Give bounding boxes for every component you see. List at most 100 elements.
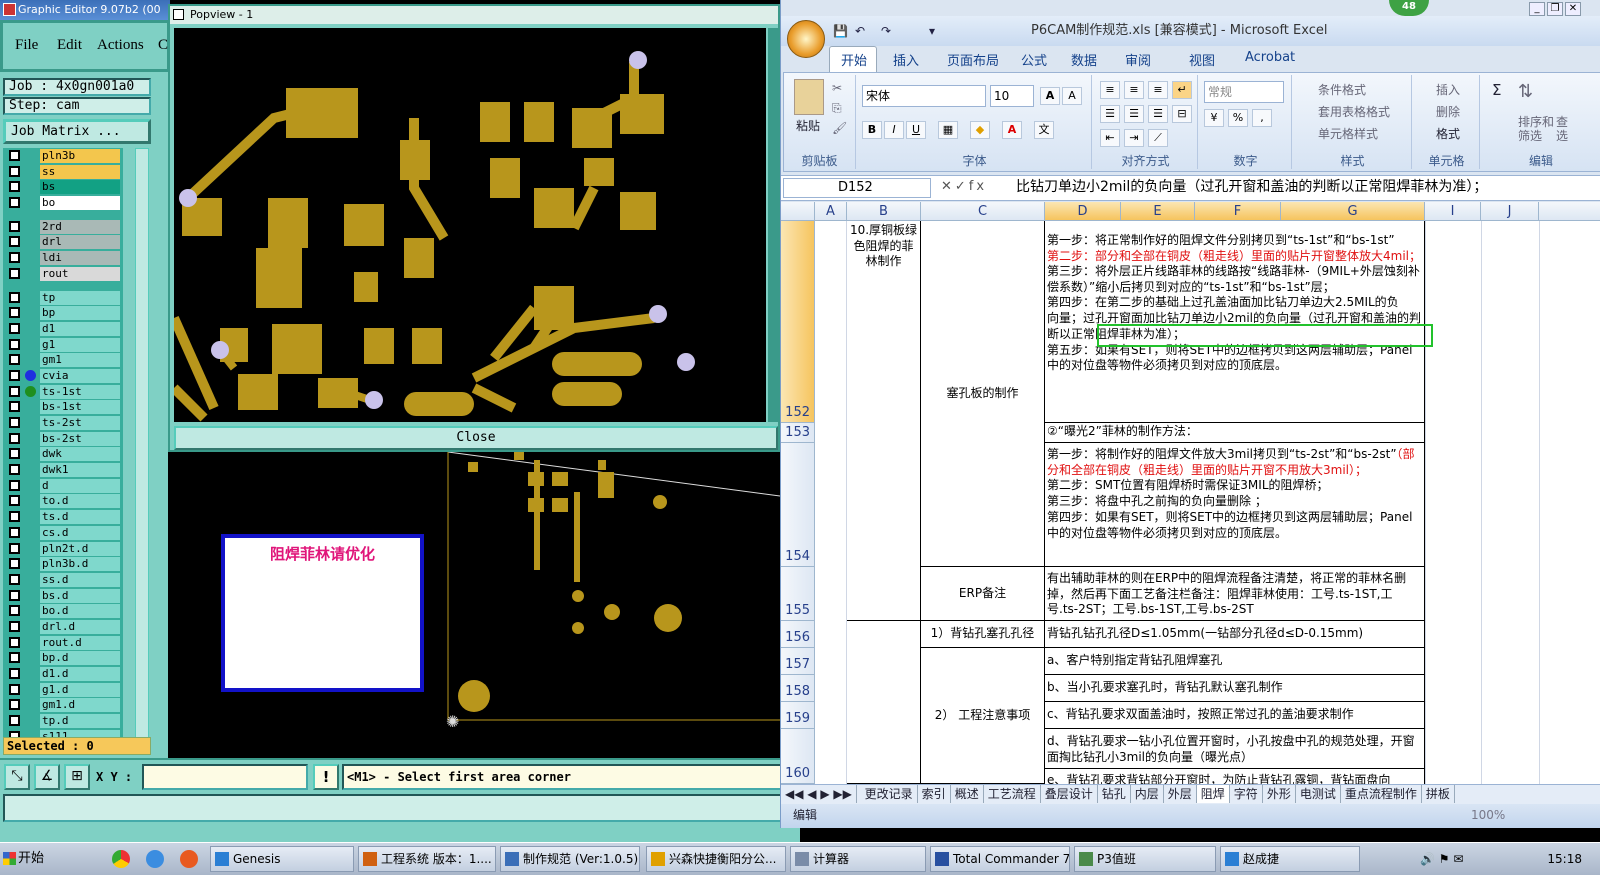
layer-row[interactable]: bs.d — [3, 588, 123, 604]
worksheet-grid[interactable]: A B C D E F G I J 152 153 154 155 156 15… — [781, 202, 1600, 784]
row-header[interactable]: 152 — [781, 221, 815, 423]
layer-list-scrollbar[interactable] — [135, 148, 149, 738]
layer-name[interactable]: bs-1st — [40, 400, 120, 415]
formula-input[interactable]: 比钻刀单边小2mil的负向量（过孔开窗和盖油的判断以正常阻焊菲林为准）； — [1016, 178, 1600, 198]
font-color-icon[interactable]: A — [1002, 121, 1022, 139]
column-header[interactable]: I — [1425, 202, 1481, 221]
align-top-icon[interactable]: ≡ — [1100, 81, 1120, 99]
taskbar-item[interactable]: 工程系统 版本：1.... — [358, 846, 496, 872]
layer-row[interactable]: ss.d — [3, 572, 123, 588]
cell-c157[interactable]: 2） 工程注意事项 — [921, 648, 1045, 784]
cell-style-button[interactable]: 单元格样式 — [1318, 125, 1378, 142]
number-format-select[interactable]: 常规 — [1204, 81, 1284, 103]
layer-row[interactable]: cs.d — [3, 525, 123, 541]
save-icon[interactable]: 💾 — [833, 24, 848, 38]
orientation-icon[interactable]: ⟋ — [1148, 129, 1168, 147]
layer-name[interactable]: ts-2st — [40, 416, 120, 430]
layer-row[interactable]: ss — [3, 164, 123, 180]
grid-tool-button[interactable]: ⊞ — [64, 764, 90, 790]
sheet-tab[interactable]: 工艺流程 — [984, 785, 1041, 803]
layer-name[interactable]: g1 — [40, 337, 120, 352]
layer-row[interactable]: bs-2st — [3, 431, 123, 447]
layer-checkbox[interactable] — [9, 668, 20, 679]
layer-row[interactable]: rout — [3, 266, 123, 282]
row-header[interactable]: 153 — [781, 423, 815, 443]
column-header[interactable]: B — [847, 202, 921, 221]
shrink-font-icon[interactable]: A — [1062, 87, 1082, 105]
layer-checkbox[interactable] — [9, 620, 20, 632]
align-right-icon[interactable]: ☰ — [1148, 105, 1168, 123]
zoom-tool-button[interactable]: ⤡ — [4, 764, 30, 790]
layer-name[interactable]: 2rd — [40, 219, 120, 234]
taskbar-item[interactable]: Total Commander 7.0... — [930, 846, 1070, 872]
cell-c155[interactable]: ERP备注 — [921, 567, 1045, 621]
taskbar-item[interactable]: 兴森快捷衡阳分公... — [646, 846, 786, 872]
ribbon-tab[interactable]: 审阅 — [1125, 50, 1151, 69]
sheet-tab[interactable]: 外形 — [1263, 785, 1296, 803]
layer-row[interactable]: dwk — [3, 446, 123, 462]
sort-filter-button[interactable]: 排序和 筛选 — [1518, 115, 1554, 143]
menu-file[interactable]: File — [15, 37, 38, 54]
layer-row[interactable]: d — [3, 478, 123, 494]
layer-checkbox[interactable] — [9, 150, 20, 161]
xy-input[interactable] — [142, 764, 308, 790]
zoom-level[interactable]: 100% — [1471, 804, 1505, 826]
redo-icon[interactable]: ↷ — [881, 24, 891, 38]
layer-row[interactable]: ldi — [3, 250, 123, 266]
layer-checkbox[interactable] — [9, 589, 20, 601]
layer-name[interactable]: drl.d — [40, 619, 120, 634]
command-line[interactable] — [3, 794, 800, 822]
ie-icon[interactable] — [146, 850, 164, 868]
column-header[interactable]: G — [1281, 202, 1425, 221]
fill-color-icon[interactable]: ◆ — [970, 121, 990, 139]
sheet-tab[interactable]: 拼板 — [1422, 785, 1455, 803]
layer-checkbox[interactable] — [9, 479, 20, 491]
column-header[interactable]: J — [1481, 202, 1539, 221]
merge-icon[interactable]: ⊟ — [1172, 105, 1192, 123]
paste-button[interactable]: 粘贴 — [796, 117, 820, 134]
comma-icon[interactable]: , — [1252, 109, 1272, 127]
layer-name[interactable]: to.d — [40, 494, 120, 509]
layer-checkbox[interactable] — [9, 291, 20, 303]
formula-icons[interactable]: ✕✓fx — [941, 179, 987, 194]
taskbar-item[interactable]: 赵成捷 — [1220, 846, 1360, 872]
layer-row[interactable]: d1.d — [3, 666, 123, 682]
delete-cells-button[interactable]: 删除 — [1436, 103, 1460, 120]
layer-name[interactable]: gm1 — [40, 353, 120, 368]
layer-checkbox[interactable] — [9, 338, 20, 350]
align-left-icon[interactable]: ☰ — [1100, 105, 1120, 123]
layer-checkbox[interactable] — [9, 715, 20, 727]
table-format-button[interactable]: 套用表格格式 — [1318, 103, 1390, 120]
taskbar-item[interactable]: P3值班 — [1074, 846, 1216, 872]
layer-row[interactable]: bp — [3, 305, 123, 321]
layer-checkbox[interactable] — [9, 573, 20, 585]
layer-row[interactable]: ts.d — [3, 509, 123, 525]
cell-d157[interactable]: a、客户特别指定背钻孔阻焊塞孔 — [1045, 648, 1425, 675]
sheet-tab[interactable]: 重点流程制作 — [1341, 785, 1422, 803]
cell-d161[interactable]: e、背钻孔要求背钻部分开窗时，为防止背钻孔露铜，背钻面盘向 — [1045, 769, 1425, 784]
layer-name[interactable]: bo — [40, 196, 120, 211]
layer-name[interactable]: g1.d — [40, 682, 120, 697]
start-button[interactable]: 开始 — [0, 846, 66, 872]
menu-c[interactable]: C — [158, 37, 168, 54]
layer-checkbox[interactable] — [9, 683, 20, 695]
ribbon-tab[interactable]: 公式 — [1021, 50, 1047, 69]
copy-icon[interactable]: ⎘ — [832, 101, 842, 116]
minimize-icon[interactable]: _ — [1529, 2, 1545, 16]
cut-icon[interactable]: ✂ — [832, 81, 842, 95]
format-painter-icon[interactable]: 🖌 — [832, 121, 847, 135]
column-header[interactable]: D — [1045, 202, 1121, 221]
layer-row[interactable]: bs-1st — [3, 399, 123, 415]
layer-row[interactable]: pln3b — [3, 148, 123, 164]
sheet-nav-icon[interactable]: ◀◀ ◀ ▶ ▶▶ — [781, 785, 857, 803]
font-name-select[interactable]: 宋体 — [862, 85, 986, 107]
measure-tool-button[interactable]: ∡ — [34, 764, 60, 790]
indent-icon[interactable]: ⇤ — [1100, 129, 1120, 147]
cell-c152[interactable]: 塞孔板的制作 — [921, 221, 1045, 567]
layer-checkbox[interactable] — [9, 652, 20, 664]
paste-icon[interactable] — [794, 79, 824, 115]
layer-row[interactable]: drl.d — [3, 619, 123, 635]
layer-checkbox[interactable] — [9, 605, 20, 617]
browser-icon[interactable] — [180, 850, 198, 868]
layer-checkbox[interactable] — [9, 699, 20, 711]
